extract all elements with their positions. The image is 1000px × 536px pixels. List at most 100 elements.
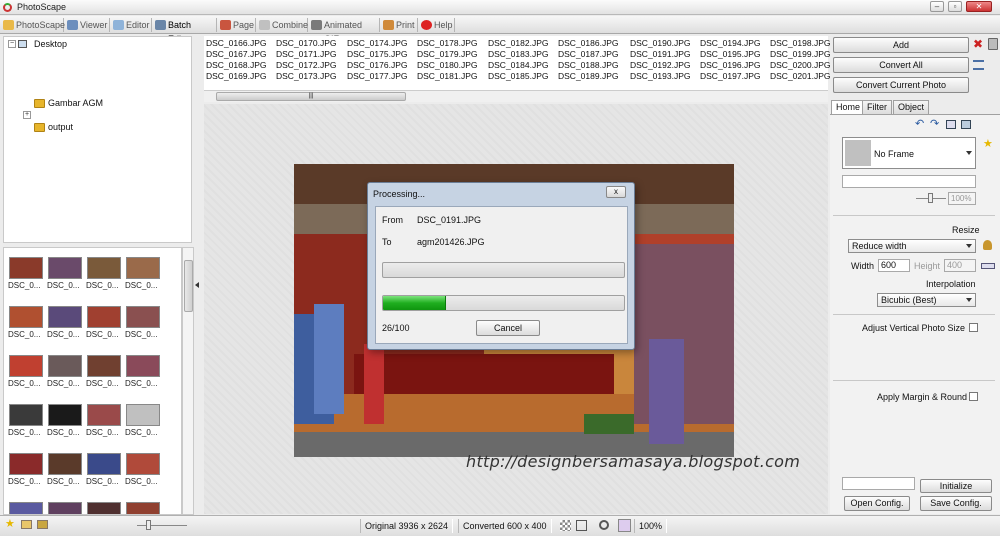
fit-screen-icon[interactable]: [576, 520, 587, 531]
thumbnail-item[interactable]: DSC_0...: [85, 255, 123, 299]
file-item[interactable]: DSC_0166.JPG: [206, 38, 276, 49]
file-item[interactable]: DSC_0196.JPG: [700, 60, 770, 71]
file-item[interactable]: DSC_0193.JPG: [630, 71, 700, 82]
thumbnail-item[interactable]: [124, 500, 162, 514]
thumbnail-item[interactable]: DSC_0...: [85, 353, 123, 397]
thumbnail-item[interactable]: DSC_0...: [85, 304, 123, 348]
thumbnail-item[interactable]: DSC_0...: [46, 304, 84, 348]
file-item[interactable]: DSC_0177.JPG: [347, 71, 417, 82]
frame-select[interactable]: No Frame: [842, 137, 976, 169]
file-item[interactable]: DSC_0180.JPG: [417, 60, 487, 71]
thumbnail-item[interactable]: DSC_0...: [7, 304, 45, 348]
tree-collapse-toggle[interactable]: −: [8, 40, 16, 48]
cancel-button[interactable]: Cancel: [476, 320, 540, 336]
rotate-right-icon[interactable]: ↷: [930, 119, 939, 130]
tab-home[interactable]: Home: [831, 100, 866, 114]
thumbnail-item[interactable]: DSC_0...: [85, 402, 123, 446]
file-item[interactable]: DSC_0183.JPG: [488, 49, 558, 60]
tab-photoscape[interactable]: PhotoScape: [2, 18, 65, 32]
rotate-left-icon[interactable]: ↶: [915, 119, 924, 130]
file-item[interactable]: DSC_0197.JPG: [700, 71, 770, 82]
file-item[interactable]: DSC_0190.JPG: [630, 38, 700, 49]
trash-icon[interactable]: [988, 38, 998, 50]
favorite-star-icon[interactable]: ★: [983, 139, 993, 150]
close-button[interactable]: ✕: [966, 1, 992, 12]
resize-mode-select[interactable]: Reduce width: [848, 239, 976, 253]
margin-round-checkbox[interactable]: [969, 392, 978, 401]
thumbnail-item[interactable]: DSC_0...: [7, 402, 45, 446]
tab-batch-editor[interactable]: Batch Editor: [154, 18, 217, 44]
file-item[interactable]: DSC_0184.JPG: [488, 60, 558, 71]
tab-help[interactable]: Help: [420, 18, 455, 32]
folder-open-icon[interactable]: [37, 520, 48, 529]
dialog-close-button[interactable]: x: [606, 186, 626, 198]
file-item[interactable]: DSC_0187.JPG: [558, 49, 628, 60]
thumbnail-item[interactable]: DSC_0...: [7, 255, 45, 299]
transparency-icon[interactable]: [560, 520, 571, 531]
scrollbar-thumb[interactable]: |||: [216, 92, 406, 101]
file-item[interactable]: DSC_0175.JPG: [347, 49, 417, 60]
tab-object[interactable]: Object: [893, 100, 930, 114]
tree-item-output[interactable]: output: [34, 121, 73, 133]
file-item[interactable]: DSC_0191.JPG: [630, 49, 700, 60]
frame-percent-field[interactable]: 100%: [948, 192, 976, 205]
thumbnail-size-slider[interactable]: [137, 525, 187, 526]
width-field[interactable]: 600: [878, 259, 910, 272]
tree-item-gambar-agm[interactable]: Gambar AGM: [34, 97, 103, 109]
file-item[interactable]: DSC_0181.JPG: [417, 71, 487, 82]
file-item[interactable]: DSC_0195.JPG: [700, 49, 770, 60]
tree-item-desktop[interactable]: Desktop: [34, 38, 67, 50]
thumbnail-item[interactable]: DSC_0...: [46, 451, 84, 495]
file-item[interactable]: DSC_0194.JPG: [700, 38, 770, 49]
thumbnail-scrollbar[interactable]: [182, 247, 194, 515]
slider-handle[interactable]: [146, 520, 151, 530]
file-item[interactable]: DSC_0192.JPG: [630, 60, 700, 71]
convert-current-photo-button[interactable]: Convert Current Photo: [833, 77, 969, 93]
file-item[interactable]: DSC_0168.JPG: [206, 60, 276, 71]
thumbnail-item[interactable]: DSC_0...: [46, 402, 84, 446]
file-item[interactable]: DSC_0186.JPG: [558, 38, 628, 49]
file-list-scrollbar[interactable]: |||: [204, 90, 828, 102]
tab-combine[interactable]: Combine: [258, 18, 308, 32]
thumbnail-item[interactable]: [7, 500, 45, 514]
thumbnail-item[interactable]: DSC_0...: [124, 402, 162, 446]
save-config-button[interactable]: Save Config.: [920, 496, 992, 511]
thumbnail-item[interactable]: [85, 500, 123, 514]
file-item[interactable]: DSC_0178.JPG: [417, 38, 487, 49]
frame-options-field[interactable]: [842, 175, 976, 188]
resize-info-icon[interactable]: [983, 240, 992, 250]
tab-page[interactable]: Page: [219, 18, 256, 32]
tab-print[interactable]: Print: [382, 18, 418, 32]
remove-icon[interactable]: ✖: [973, 38, 983, 50]
thumbnail-item[interactable]: DSC_0...: [7, 353, 45, 397]
file-item[interactable]: DSC_0167.JPG: [206, 49, 276, 60]
file-item[interactable]: DSC_0176.JPG: [347, 60, 417, 71]
thumbnail-item[interactable]: DSC_0...: [124, 353, 162, 397]
thumbnail-item[interactable]: DSC_0...: [124, 255, 162, 299]
rotate-icon[interactable]: [21, 520, 32, 529]
file-item[interactable]: DSC_0172.JPG: [276, 60, 346, 71]
file-item[interactable]: DSC_0174.JPG: [347, 38, 417, 49]
file-item[interactable]: DSC_0171.JPG: [276, 49, 346, 60]
interpolation-select[interactable]: Bicubic (Best): [877, 293, 976, 307]
height-field[interactable]: 400: [944, 259, 976, 272]
file-item[interactable]: DSC_0169.JPG: [206, 71, 276, 82]
tab-viewer[interactable]: Viewer: [66, 18, 110, 32]
adjust-vertical-checkbox[interactable]: [969, 323, 978, 332]
thumbnail-item[interactable]: DSC_0...: [46, 353, 84, 397]
thumbnail-item[interactable]: DSC_0...: [7, 451, 45, 495]
initialize-button[interactable]: Initialize: [920, 479, 992, 493]
maximize-button[interactable]: ▫: [948, 1, 962, 12]
file-item[interactable]: DSC_0179.JPG: [417, 49, 487, 60]
collapse-panel-icon[interactable]: [195, 282, 199, 288]
aspect-ratio-icon[interactable]: [981, 263, 995, 269]
tab-filter[interactable]: Filter: [862, 100, 892, 114]
add-button[interactable]: Add: [833, 37, 969, 53]
file-item[interactable]: DSC_0182.JPG: [488, 38, 558, 49]
zoom-out-icon[interactable]: [599, 520, 609, 530]
tab-animated-gif[interactable]: Animated GIF: [310, 18, 380, 44]
file-item[interactable]: DSC_0185.JPG: [488, 71, 558, 82]
file-item[interactable]: DSC_0189.JPG: [558, 71, 628, 82]
config-name-field[interactable]: [842, 477, 915, 490]
thumbnail-item[interactable]: DSC_0...: [124, 304, 162, 348]
